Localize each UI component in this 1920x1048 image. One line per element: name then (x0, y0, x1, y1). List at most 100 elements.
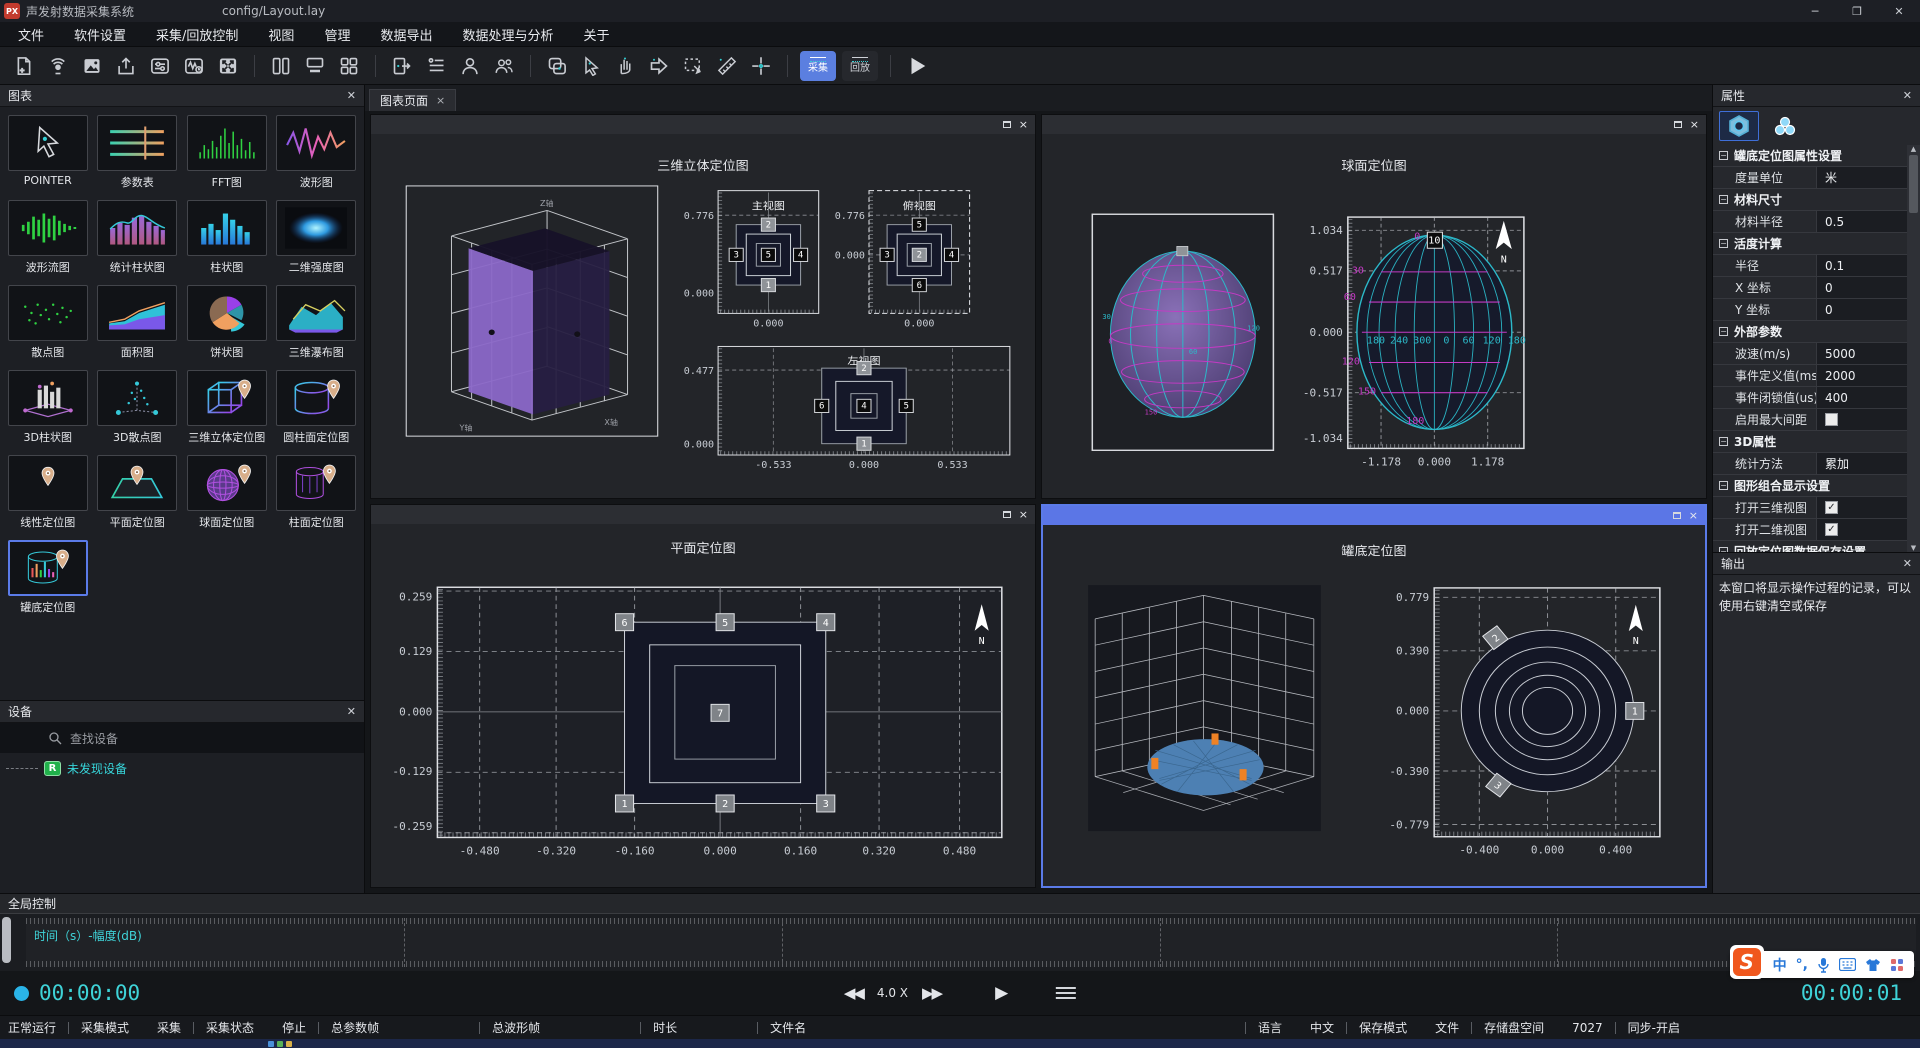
ime-skin-icon[interactable] (1865, 958, 1881, 972)
gallery-item-pie-chart[interactable]: 饼状图 (185, 285, 269, 360)
hand-tool-icon[interactable] (611, 52, 639, 80)
panel4-restore-icon[interactable] (1673, 512, 1681, 519)
settings-sliders-icon[interactable] (146, 52, 174, 80)
list-view-icon[interactable] (422, 52, 450, 80)
record-signal-icon[interactable] (44, 52, 72, 80)
gallery-item-3d-bar[interactable]: 3D柱状图 (6, 370, 90, 445)
gallery-item-sphere-location[interactable]: 球面定位图 (185, 455, 269, 530)
menu-manage[interactable]: 管理 (324, 25, 350, 44)
gallery-item-scatter-chart[interactable]: 散点图 (6, 285, 90, 360)
prop-group-tank-settings[interactable]: −罐底定位图属性设置 (1713, 145, 1907, 167)
gallery-item-waveform-chart[interactable]: 波形图 (275, 115, 359, 190)
panel4-close-icon[interactable]: × (1689, 510, 1698, 521)
chart-gallery-close-icon[interactable]: ✕ (347, 89, 356, 102)
users-icon[interactable] (490, 52, 518, 80)
prop-group-display-settings[interactable]: −图形组合显示设置 (1713, 475, 1907, 497)
prop-group-activity-calc[interactable]: −活度计算 (1713, 233, 1907, 255)
acquire-mode-button[interactable]: 采集 (800, 51, 836, 81)
tab-close-icon[interactable]: × (436, 94, 445, 107)
marquee-select-icon[interactable] (679, 52, 707, 80)
collapse-icon[interactable]: − (1719, 327, 1728, 336)
timeline-slider-handle[interactable] (2, 917, 11, 963)
layout-grid-icon[interactable] (335, 52, 363, 80)
prop-value[interactable]: 400 (1817, 387, 1907, 408)
ime-toolbox-icon[interactable] (1890, 958, 1904, 972)
scrollbar-thumb[interactable] (1909, 155, 1918, 213)
fast-forward-button[interactable]: ▶▶ (922, 984, 941, 1002)
gallery-item-pointer[interactable]: POINTER (6, 115, 90, 190)
circles-properties-icon[interactable] (1765, 111, 1805, 141)
panel2-restore-icon[interactable] (1674, 121, 1682, 128)
ime-punctuation-icon[interactable]: °, (1796, 957, 1808, 973)
gallery-item-cylinder-surface-location[interactable]: 圆柱面定位图 (275, 370, 359, 445)
prop-group-replay-save-settings[interactable]: −回放定位图数据保存设置 (1713, 541, 1907, 552)
max-distance-checkbox[interactable] (1825, 413, 1838, 426)
user-icon[interactable] (456, 52, 484, 80)
transport-menu-icon[interactable] (1056, 987, 1076, 999)
properties-scrollbar[interactable]: ▲ ▼ (1907, 145, 1920, 552)
properties-close-icon[interactable]: ✕ (1903, 89, 1912, 102)
pointer-tool-icon[interactable] (577, 52, 605, 80)
gallery-item-area-chart[interactable]: 面积图 (96, 285, 180, 360)
maximize-button[interactable]: ❐ (1836, 0, 1878, 22)
clone-window-icon[interactable] (543, 52, 571, 80)
prop-value[interactable]: 0 (1817, 299, 1907, 320)
jump-arrow-icon[interactable] (645, 52, 673, 80)
gallery-item-2d-intensity[interactable]: 二维强度图 (275, 200, 359, 275)
menu-file[interactable]: 文件 (18, 25, 44, 44)
devices-close-icon[interactable]: ✕ (347, 705, 356, 718)
menu-software-settings[interactable]: 软件设置 (74, 25, 126, 44)
taskbar-app-icon[interactable] (286, 1041, 292, 1047)
layout-split-horizontal-icon[interactable] (301, 52, 329, 80)
rewind-button[interactable]: ◀◀ (844, 984, 863, 1002)
taskbar-app-icon[interactable] (277, 1041, 283, 1047)
ime-keyboard-icon[interactable] (1839, 958, 1856, 971)
gallery-item-3d-cube-location[interactable]: 三维立体定位图 (185, 370, 269, 445)
panel-plane-location[interactable]: × 平面定位图 (370, 504, 1036, 889)
crosshair-tool-icon[interactable] (747, 52, 775, 80)
panel1-restore-icon[interactable] (1003, 121, 1011, 128)
collapse-icon[interactable]: − (1719, 195, 1728, 204)
playback-play-button[interactable]: ▶ (995, 983, 1008, 1003)
device-tree-item[interactable]: R 未发现设备 (0, 753, 364, 783)
ime-logo-icon[interactable]: S (1730, 945, 1764, 979)
prop-group-3d-attrs[interactable]: −3D属性 (1713, 431, 1907, 453)
scroll-up-icon[interactable]: ▲ (1911, 145, 1916, 153)
image-icon[interactable] (78, 52, 106, 80)
collapse-icon[interactable]: − (1719, 547, 1728, 552)
prop-value[interactable]: 累加 (1817, 453, 1907, 474)
gallery-item-waveform-stream[interactable]: 波形流图 (6, 200, 90, 275)
collapse-icon[interactable]: − (1719, 437, 1728, 446)
panel3-restore-icon[interactable] (1003, 511, 1011, 518)
exit-panel-icon[interactable] (388, 52, 416, 80)
gallery-item-linear-location[interactable]: 线性定位图 (6, 455, 90, 530)
replay-mode-button[interactable]: 回放 (842, 51, 878, 81)
gallery-item-3d-scatter[interactable]: 3D散点图 (96, 370, 180, 445)
gallery-item-tank-bottom-location[interactable]: 罐底定位图 (6, 540, 90, 615)
prop-group-external-params[interactable]: −外部参数 (1713, 321, 1907, 343)
gallery-item-plane-location[interactable]: 平面定位图 (96, 455, 180, 530)
collapse-icon[interactable]: − (1719, 481, 1728, 490)
prop-value[interactable]: 2000 (1817, 365, 1907, 386)
gallery-item-statistics-bar[interactable]: 统计柱状图 (96, 200, 180, 275)
gallery-item-fft-chart[interactable]: FFT图 (185, 115, 269, 190)
open-3d-view-checkbox[interactable]: ✓ (1825, 501, 1838, 514)
hexagon-properties-icon[interactable] (1719, 111, 1759, 141)
new-report-icon[interactable] (10, 52, 38, 80)
layout-split-vertical-icon[interactable] (267, 52, 295, 80)
collapse-icon[interactable]: − (1719, 151, 1728, 160)
panel3-close-icon[interactable]: × (1019, 509, 1028, 520)
gallery-item-3d-waterfall[interactable]: 三维瀑布图 (275, 285, 359, 360)
gallery-item-parameter-table[interactable]: 参数表 (96, 115, 180, 190)
prop-value[interactable]: 0.1 (1817, 255, 1907, 276)
open-2d-view-checkbox[interactable]: ✓ (1825, 523, 1838, 536)
device-search-input[interactable]: 查找设备 (0, 723, 364, 753)
prop-group-material-size[interactable]: −材料尺寸 (1713, 189, 1907, 211)
gallery-item-cylinder-location[interactable]: 柱面定位图 (275, 455, 359, 530)
menu-data-analysis[interactable]: 数据处理与分析 (462, 25, 553, 44)
os-taskbar[interactable] (0, 1039, 1920, 1048)
prop-value[interactable]: 5000 (1817, 343, 1907, 364)
fullscreen-icon[interactable] (214, 52, 242, 80)
prop-value[interactable]: 0.5 (1817, 211, 1907, 232)
scroll-down-icon[interactable]: ▼ (1911, 544, 1916, 552)
